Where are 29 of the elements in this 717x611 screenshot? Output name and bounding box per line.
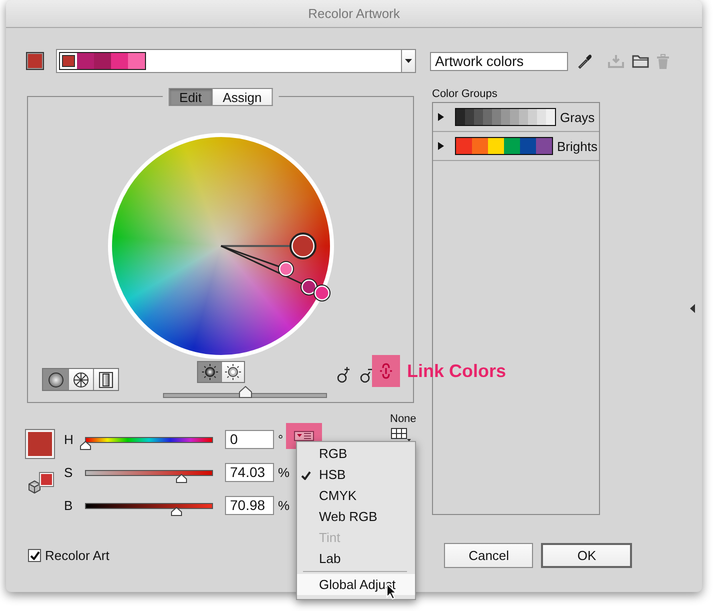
cancel-button[interactable]: Cancel — [444, 543, 534, 568]
menu-item: Tint — [318, 529, 342, 547]
tab[interactable]: Assign — [212, 88, 273, 106]
section-title: Color Groups — [432, 88, 498, 102]
ok-button[interactable]: OK — [541, 543, 632, 568]
unit-label: ° — [278, 432, 284, 446]
color-group-row[interactable]: Grays — [433, 103, 599, 132]
menu-item[interactable]: Lab — [297, 548, 415, 569]
value-field[interactable]: 0 — [225, 430, 274, 448]
channel-label: H — [64, 432, 74, 446]
group-name: Grays — [560, 110, 595, 124]
channel-label: B — [64, 498, 74, 512]
color-reduction-label: None — [390, 413, 416, 425]
unit-label: % — [278, 498, 290, 512]
recolor-art-checkbox[interactable]: Recolor Art — [28, 548, 110, 563]
tab[interactable]: Edit — [168, 88, 213, 106]
group-name: Brights — [557, 138, 598, 154]
unit-label: % — [278, 464, 290, 480]
menu-item[interactable]: Web RGB — [297, 506, 415, 527]
value-field[interactable]: 74.03 — [225, 462, 274, 482]
value-field[interactable]: 70.98 — [225, 496, 274, 514]
group-name-field[interactable]: Artwork colors — [430, 52, 568, 70]
menu-item[interactable]: CMYK — [297, 485, 415, 506]
annotation-label: Link Colors — [407, 361, 506, 382]
channel-label: S — [64, 464, 74, 480]
menu-item[interactable]: HSB — [297, 464, 415, 485]
window-title: Recolor Artwork — [308, 6, 400, 21]
color-group-row[interactable]: Brights — [433, 132, 599, 161]
menu-item[interactable]: RGB — [297, 443, 415, 464]
